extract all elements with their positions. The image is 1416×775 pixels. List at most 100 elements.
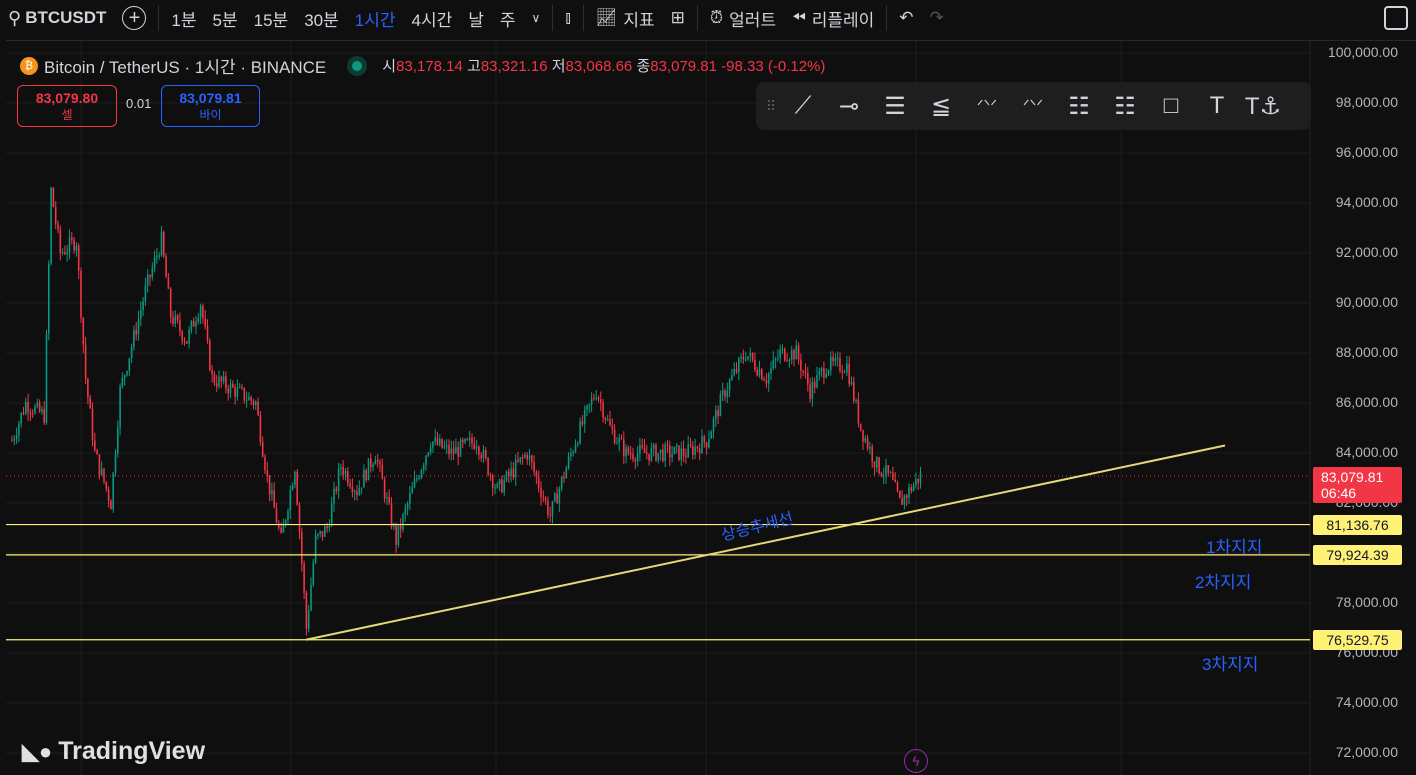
candle-body: [744, 359, 747, 361]
undo-button[interactable]: ↶: [891, 0, 921, 36]
candle-body: [533, 462, 535, 472]
chart-type-button[interactable]: ⫾: [557, 0, 578, 36]
interval-1m[interactable]: 1분: [163, 0, 204, 36]
interval-15m[interactable]: 15분: [246, 0, 297, 36]
candle-body: [652, 444, 655, 449]
candle-body: [43, 409, 45, 423]
candle-body: [687, 444, 689, 458]
candle-body: [772, 359, 775, 369]
candle-body: [457, 447, 459, 457]
indicators-button[interactable]: 📈︎ 지표: [588, 0, 663, 36]
candle-body: [521, 457, 524, 459]
candle-body: [411, 487, 413, 494]
candle-body: [498, 479, 501, 484]
candle-body: [905, 495, 908, 498]
layouts-button[interactable]: ⊞: [663, 0, 693, 36]
candle-body: [558, 488, 561, 504]
interval-4h[interactable]: 4시간: [404, 0, 461, 36]
level-tag-2: 79,924.39: [1313, 545, 1402, 565]
market-status-icon: [352, 60, 363, 71]
candle-body: [501, 479, 503, 493]
candle-body: [450, 448, 453, 455]
candle-body: [468, 437, 471, 440]
interval-day[interactable]: 날: [460, 0, 492, 36]
candle-body: [464, 438, 466, 443]
candle-body: [333, 488, 335, 504]
abcd-pattern-icon[interactable]: ᐟᐠᐟ: [1012, 87, 1054, 125]
alert-button[interactable]: ⏰︎ 얼러트: [702, 0, 784, 36]
lightning-icon[interactable]: ϟ: [904, 749, 928, 773]
redo-button[interactable]: ↷: [922, 0, 952, 36]
trendline-tool-icon[interactable]: ⟋: [782, 87, 824, 125]
drag-handle[interactable]: ⠿: [764, 87, 778, 125]
text-icon[interactable]: T: [1196, 87, 1238, 125]
candle-body: [422, 465, 425, 471]
candle-body: [117, 427, 119, 454]
candle-body: [310, 584, 312, 611]
undo-icon: ↶: [899, 8, 914, 27]
candle-body: [98, 454, 101, 475]
parallel-channel-icon[interactable]: ☰: [874, 87, 916, 125]
fib-retracement-icon[interactable]: ≦: [920, 87, 962, 125]
candle-body: [664, 444, 666, 461]
candle-body: [526, 454, 528, 460]
fullscreen-button[interactable]: [1376, 0, 1416, 36]
elliott-wave-icon[interactable]: ᐟᐠᐟ: [966, 87, 1008, 125]
candle-body: [659, 449, 662, 453]
candle-body: [114, 453, 117, 473]
horizontal-ray-icon[interactable]: ⊸: [828, 87, 870, 125]
tradingview-logo[interactable]: ◣● TradingView: [22, 737, 205, 766]
rectangle-icon[interactable]: □: [1150, 87, 1192, 125]
candle-body: [662, 449, 664, 461]
candle-body: [462, 439, 464, 443]
interval-1h[interactable]: 1시간: [347, 0, 404, 36]
candle-body: [443, 446, 446, 448]
candle-body: [211, 370, 213, 375]
candle-body: [59, 229, 62, 254]
candle-body: [376, 460, 379, 462]
interval-5m[interactable]: 5분: [205, 0, 246, 36]
support-label-1[interactable]: 1차지지: [1206, 533, 1262, 558]
compare-button[interactable]: +: [114, 0, 154, 36]
candle-body: [747, 356, 749, 360]
support-label-2[interactable]: 2차지지: [1195, 568, 1251, 593]
candle-body: [572, 451, 574, 454]
candle-body: [27, 401, 29, 413]
candle-body: [388, 497, 390, 504]
level-tag-1: 81,136.76: [1313, 515, 1402, 535]
candle-body: [846, 363, 848, 373]
long-position-icon[interactable]: ☷: [1058, 87, 1100, 125]
candle-body: [740, 356, 742, 359]
short-position-icon[interactable]: ☷: [1104, 87, 1146, 125]
candle-body: [611, 425, 614, 430]
candle-body: [590, 398, 593, 405]
replay-button[interactable]: ⏪︎ 리플레이: [784, 0, 882, 36]
candle-body: [466, 438, 469, 440]
candle-body: [29, 412, 32, 414]
candle-body: [179, 320, 181, 332]
candle-body: [406, 503, 409, 509]
chart-area[interactable]: ₿ Bitcoin / TetherUS · 1시간 · BINANCE 시83…: [6, 40, 1416, 775]
candle-body: [289, 489, 292, 511]
interval-dropdown[interactable]: ∨: [524, 0, 549, 36]
candle-body: [889, 472, 892, 474]
buy-button[interactable]: 83,079.81 바이: [161, 85, 260, 127]
sell-button[interactable]: 83,079.80 셀: [17, 85, 117, 127]
candle-body: [586, 405, 588, 410]
candle-body: [885, 465, 887, 476]
candle-body: [20, 412, 22, 424]
candle-body: [340, 467, 342, 469]
interval-week[interactable]: 주: [492, 0, 524, 36]
symbol-search[interactable]: ⚲ BTCUSDT: [0, 0, 114, 36]
candle-body: [749, 352, 752, 357]
candle-body: [100, 468, 103, 475]
candle-body: [818, 370, 821, 375]
interval-30m[interactable]: 30분: [296, 0, 347, 36]
candle-body: [678, 445, 680, 460]
symbol-title[interactable]: Bitcoin / TetherUS · 1시간 · BINANCE: [44, 53, 326, 78]
candle-body: [121, 377, 124, 387]
support-label-3[interactable]: 3차지지: [1202, 650, 1258, 675]
anchored-text-icon[interactable]: T⚓︎: [1242, 87, 1284, 125]
candle-body: [878, 457, 880, 474]
candle-body: [866, 438, 869, 449]
